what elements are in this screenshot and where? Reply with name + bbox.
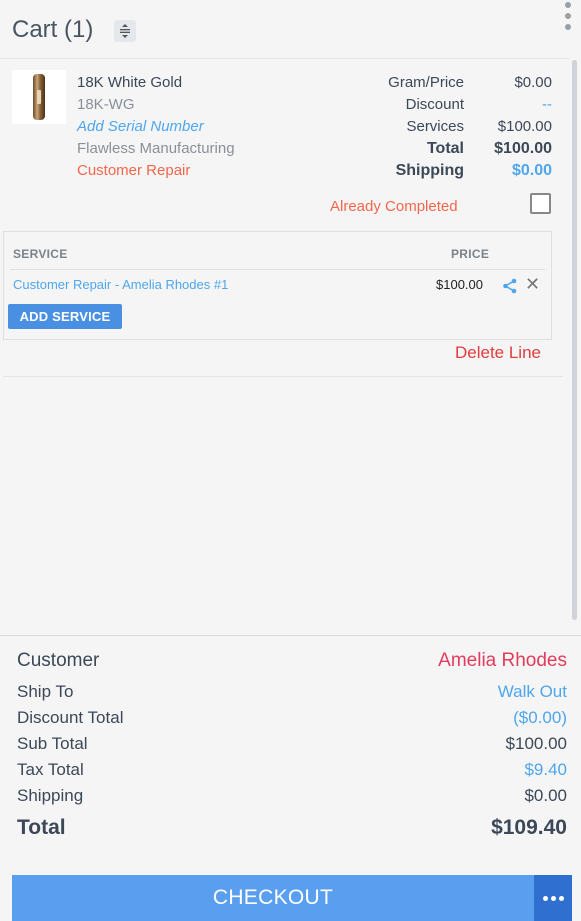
shipping-row: Shipping $0.00 xyxy=(17,786,567,806)
discount-label: Discount xyxy=(405,96,464,113)
delete-line-button[interactable]: Delete Line xyxy=(455,343,541,363)
product-sku: 18K-WG xyxy=(77,96,135,113)
more-options-icon[interactable] xyxy=(563,2,573,36)
table-divider xyxy=(10,269,545,270)
shipping-value: $0.00 xyxy=(524,786,567,805)
discount-total-row: Discount Total ($0.00) xyxy=(17,708,567,728)
add-serial-number-link[interactable]: Add Serial Number xyxy=(77,116,235,138)
cart-header: Cart (1) xyxy=(0,0,581,60)
tax-total-row: Tax Total $9.40 xyxy=(17,760,567,780)
ship-to-row: Ship To Walk Out xyxy=(17,682,567,702)
line-total-value: $100.00 xyxy=(494,140,552,157)
services-value: $100.00 xyxy=(497,118,552,135)
checkout-more-options-icon[interactable] xyxy=(534,875,572,921)
line-totals-values: $0.00 -- $100.00 $100.00 $0.00 xyxy=(494,72,552,182)
gram-price-value[interactable]: $0.00 xyxy=(494,72,552,94)
gram-price-label: Gram/Price xyxy=(388,74,464,91)
services-label: Services xyxy=(406,118,464,135)
line-shipping-value[interactable]: $0.00 xyxy=(494,160,552,182)
repair-tag: Customer Repair xyxy=(77,162,191,179)
line-totals-labels: Gram/Price Discount Services Total Shipp… xyxy=(388,72,464,182)
already-completed-checkbox[interactable] xyxy=(530,193,551,214)
discount-total-label: Discount Total xyxy=(17,708,124,727)
manufacturer: Flawless Manufacturing xyxy=(77,140,235,157)
customer-label: Customer xyxy=(17,650,100,671)
ship-to-label: Ship To xyxy=(17,682,74,701)
customer-row: Customer Amelia Rhodes xyxy=(17,650,567,672)
product-info: 18K White Gold 18K-WG Add Serial Number … xyxy=(77,72,235,182)
add-service-button[interactable]: ADD SERVICE xyxy=(8,304,122,329)
grand-total-label: Total xyxy=(17,816,66,839)
already-completed-label: Already Completed xyxy=(330,198,458,215)
remove-service-icon[interactable]: ✕ xyxy=(525,275,540,293)
grand-total-row: Total $109.40 xyxy=(17,816,567,840)
grand-total-value: $109.40 xyxy=(491,816,567,839)
discount-value[interactable]: -- xyxy=(494,94,552,116)
order-summary: Customer Amelia Rhodes Ship To Walk Out … xyxy=(0,635,581,875)
ship-to-value[interactable]: Walk Out xyxy=(498,682,567,702)
services-table: SERVICE PRICE Customer Repair - Amelia R… xyxy=(3,231,552,340)
tax-total-value[interactable]: $9.40 xyxy=(524,760,567,780)
tax-total-label: Tax Total xyxy=(17,760,84,779)
line-shipping-label: Shipping xyxy=(395,162,464,179)
service-row-name[interactable]: Customer Repair - Amelia Rhodes #1 xyxy=(13,277,228,292)
item-divider xyxy=(3,376,563,377)
price-column-header: PRICE xyxy=(451,247,490,261)
scrollbar[interactable] xyxy=(572,60,577,620)
checkout-button[interactable]: CHECKOUT xyxy=(12,875,534,921)
service-column-header: SERVICE xyxy=(13,247,68,261)
service-row-price: $100.00 xyxy=(436,277,483,292)
cart-title: Cart (1) xyxy=(12,16,94,43)
line-total-label: Total xyxy=(426,140,464,157)
subtotal-value: $100.00 xyxy=(505,734,567,753)
header-divider xyxy=(0,58,570,59)
product-image[interactable] xyxy=(12,70,66,124)
subtotal-row: Sub Total $100.00 xyxy=(17,734,567,754)
customer-value[interactable]: Amelia Rhodes xyxy=(438,650,567,672)
shipping-label: Shipping xyxy=(17,786,84,805)
product-name: 18K White Gold xyxy=(77,74,183,91)
share-icon[interactable] xyxy=(502,278,518,294)
subtotal-label: Sub Total xyxy=(17,734,88,753)
collapse-expand-icon[interactable] xyxy=(114,20,136,42)
discount-total-value[interactable]: ($0.00) xyxy=(513,708,567,728)
